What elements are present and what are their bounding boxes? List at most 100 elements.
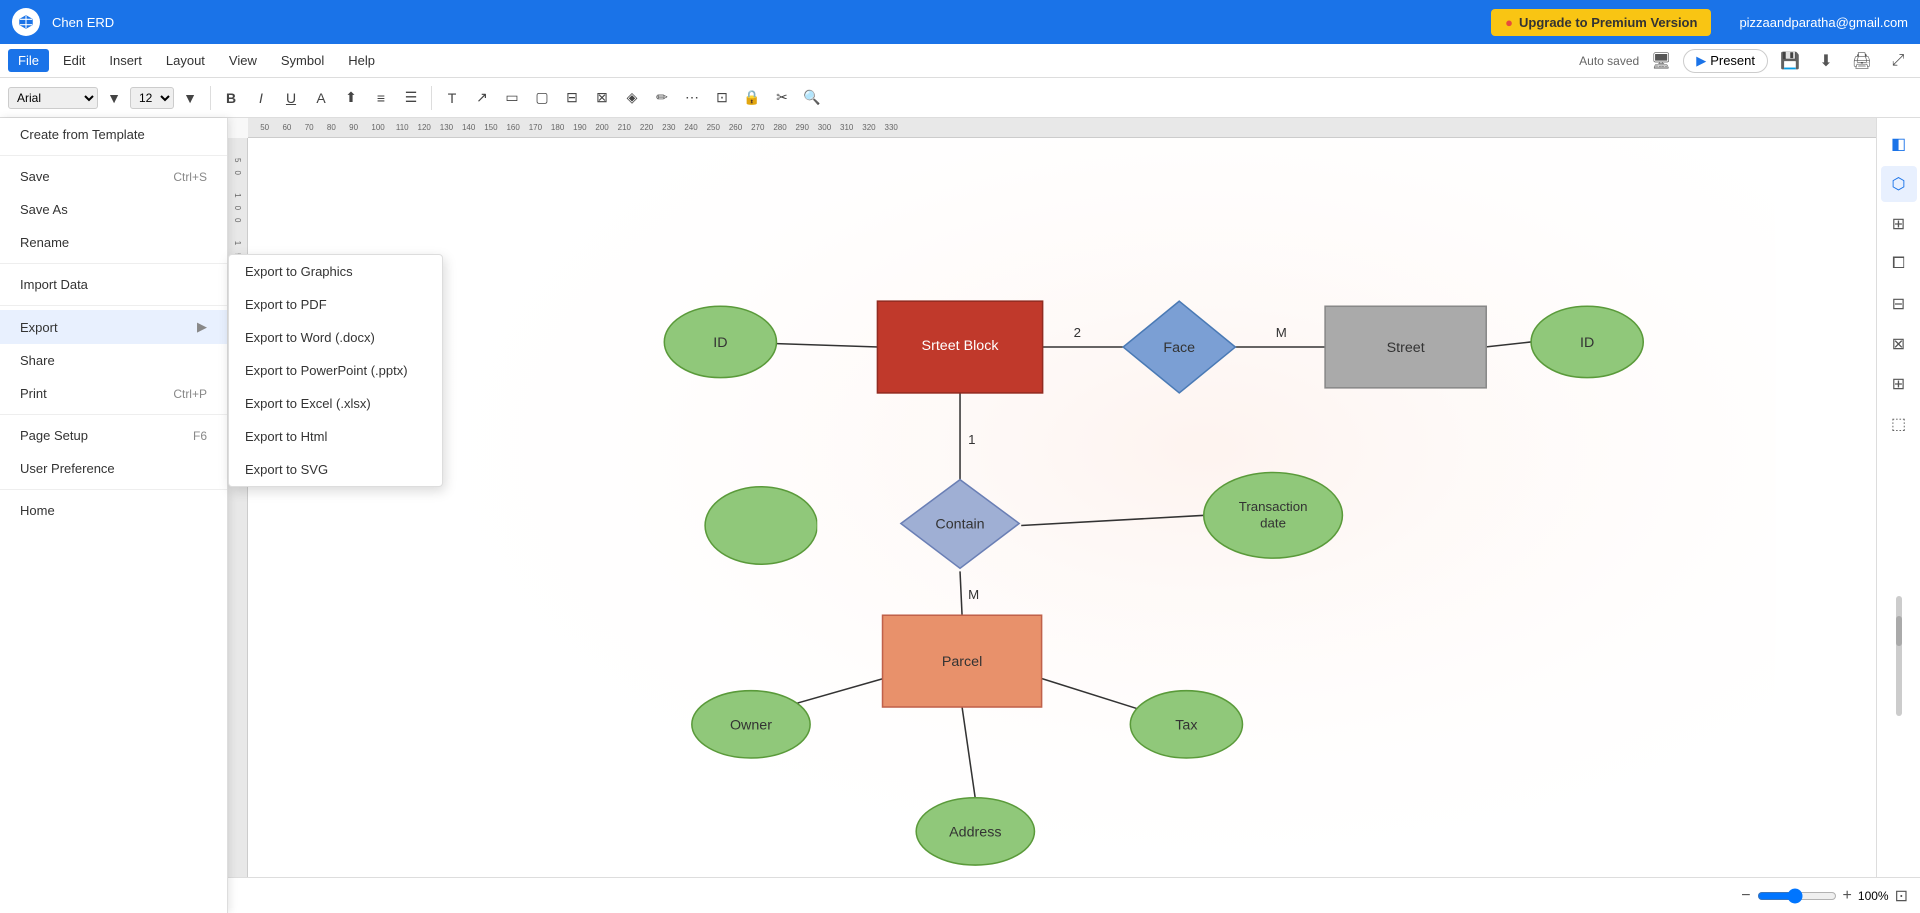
connector-tool[interactable]: ↗ — [468, 84, 496, 112]
svg-text:M: M — [968, 587, 979, 602]
topbar: Chen ERD Upgrade to Premium Version pizz… — [0, 0, 1920, 44]
align-list-button[interactable]: ☰ — [397, 84, 425, 112]
zoom-out-button[interactable]: − — [1741, 887, 1750, 905]
zoom-controls: − + 100% ⊡ — [1741, 886, 1908, 906]
font-size-dropdown[interactable]: ▼ — [100, 84, 128, 112]
export-pdf[interactable]: Export to PDF — [229, 288, 442, 321]
canvas-area[interactable]: 50 60 70 80 90 100 110 120 130 140 150 1… — [228, 118, 1876, 913]
ruler-top: 50 60 70 80 90 100 110 120 130 140 150 1… — [248, 118, 1876, 138]
svg-text:Transaction: Transaction — [1239, 499, 1308, 514]
scrollbar-track[interactable] — [1896, 596, 1902, 716]
cut-tool[interactable]: ✂ — [768, 84, 796, 112]
menu-edit[interactable]: Edit — [53, 49, 95, 72]
text-tool[interactable]: T — [438, 84, 466, 112]
share-icon[interactable]: ⤢ — [1884, 47, 1912, 75]
menu-help[interactable]: Help — [338, 49, 385, 72]
fm-rename[interactable]: Rename — [0, 226, 227, 259]
fm-save-as[interactable]: Save As — [0, 193, 227, 226]
export-svg[interactable]: Export to SVG — [229, 453, 442, 486]
group-panel-icon[interactable]: ⬚ — [1881, 406, 1917, 442]
menu-file[interactable]: File — [8, 49, 49, 72]
text-top-button[interactable]: ⬆ — [337, 84, 365, 112]
fill-tool[interactable]: ◈ — [618, 84, 646, 112]
align-center-button[interactable]: ≡ — [367, 84, 395, 112]
svg-text:date: date — [1260, 516, 1286, 531]
svg-text:Street: Street — [1387, 340, 1425, 356]
toolbar: Arial ▼ 12 ▼ B I U A ⬆ ≡ ☰ T ↗ ▭ ▢ ⊟ ⊠ ◈… — [0, 78, 1920, 118]
format-panel-icon[interactable]: ◧ — [1881, 126, 1917, 162]
italic-button[interactable]: I — [247, 84, 275, 112]
download-icon[interactable]: ⬇ — [1812, 47, 1840, 75]
svg-text:M: M — [1276, 325, 1287, 340]
print-icon[interactable]: 🖨 — [1848, 47, 1876, 75]
zoom-in-button[interactable]: + — [1843, 887, 1852, 905]
image-panel-icon[interactable]: ⊠ — [1881, 326, 1917, 362]
zoom-slider[interactable] — [1757, 888, 1837, 904]
fm-home[interactable]: Home — [0, 494, 227, 527]
diagram-canvas[interactable]: 2 M 1 M — [248, 138, 1876, 913]
rect-tool[interactable]: ▭ — [498, 84, 526, 112]
fm-share[interactable]: Share — [0, 344, 227, 377]
size-dropdown[interactable]: ▼ — [176, 84, 204, 112]
layer-panel-icon[interactable]: ⧠ — [1881, 246, 1917, 282]
export-graphics[interactable]: Export to Graphics — [229, 255, 442, 288]
search-tool[interactable]: 🔍 — [798, 84, 826, 112]
export-word[interactable]: Export to Word (.docx) — [229, 321, 442, 354]
font-color-button[interactable]: A — [307, 84, 335, 112]
fm-div2 — [0, 263, 227, 264]
bookmark-panel-icon[interactable]: ⊟ — [1881, 286, 1917, 322]
fm-create-template[interactable]: Create from Template — [0, 118, 227, 151]
menu-layout[interactable]: Layout — [156, 49, 215, 72]
svg-text:1: 1 — [968, 432, 975, 447]
fm-div5 — [0, 489, 227, 490]
fm-export[interactable]: Export ▶ — [0, 310, 227, 344]
underline-button[interactable]: U — [277, 84, 305, 112]
export-excel[interactable]: Export to Excel (.xlsx) — [229, 387, 442, 420]
size-select[interactable]: 12 — [130, 87, 174, 109]
app-title: Chen ERD — [52, 15, 114, 30]
scrollbar-thumb[interactable] — [1896, 616, 1902, 646]
fit-page-button[interactable]: ⊡ — [1895, 886, 1908, 906]
svg-text:Face: Face — [1163, 340, 1195, 356]
rounded-rect-tool[interactable]: ▢ — [528, 84, 556, 112]
export-powerpoint[interactable]: Export to PowerPoint (.pptx) — [229, 354, 442, 387]
menu-symbol[interactable]: Symbol — [271, 49, 334, 72]
svg-text:Srteet Block: Srteet Block — [922, 338, 1000, 354]
menu-view[interactable]: View — [219, 49, 267, 72]
pen-tool[interactable]: ✏ — [648, 84, 676, 112]
lock-tool[interactable]: 🔒 — [738, 84, 766, 112]
person-panel-icon[interactable]: ⊞ — [1881, 366, 1917, 402]
fm-save[interactable]: Save Ctrl+S — [0, 160, 227, 193]
font-select[interactable]: Arial — [8, 87, 98, 109]
fm-div3 — [0, 305, 227, 306]
svg-text:Address: Address — [949, 825, 1001, 841]
menu-insert[interactable]: Insert — [99, 49, 152, 72]
autosaved-indicator: Auto saved 🖥 Present 💾 ⬇ 🖨 ⤢ — [1579, 47, 1912, 75]
fm-page-setup[interactable]: Page Setup F6 — [0, 419, 227, 452]
diagram-svg: 2 M 1 M — [248, 138, 1876, 913]
fm-print[interactable]: Print Ctrl+P — [0, 377, 227, 410]
main-area: Create from Template Save Ctrl+S Save As… — [0, 118, 1920, 913]
crop-tool[interactable]: ⊠ — [588, 84, 616, 112]
fm-div1 — [0, 155, 227, 156]
save-topbar-icon[interactable]: 💾 — [1776, 47, 1804, 75]
style-panel-icon[interactable]: ⬡ — [1881, 166, 1917, 202]
line-tool[interactable]: ⊟ — [558, 84, 586, 112]
fm-import-data[interactable]: Import Data — [0, 268, 227, 301]
bottombar: ⊟ Page-1 Page-1 + − + 100% ⊡ — [0, 877, 1920, 913]
user-email: pizzaandparatha@gmail.com — [1739, 15, 1908, 30]
sep1 — [210, 86, 211, 110]
fm-user-preference[interactable]: User Preference — [0, 452, 227, 485]
svg-text:2: 2 — [1074, 325, 1081, 340]
svg-text:ID: ID — [1580, 335, 1594, 351]
upgrade-button[interactable]: Upgrade to Premium Version — [1491, 9, 1711, 36]
present-button[interactable]: Present — [1683, 49, 1768, 73]
svg-text:Parcel: Parcel — [942, 654, 982, 670]
bold-button[interactable]: B — [217, 84, 245, 112]
sep2 — [431, 86, 432, 110]
svg-text:Tax: Tax — [1175, 717, 1197, 733]
table-panel-icon[interactable]: ⊞ — [1881, 206, 1917, 242]
edit-tool[interactable]: ⊡ — [708, 84, 736, 112]
dash-tool[interactable]: ⋯ — [678, 84, 706, 112]
export-html[interactable]: Export to Html — [229, 420, 442, 453]
